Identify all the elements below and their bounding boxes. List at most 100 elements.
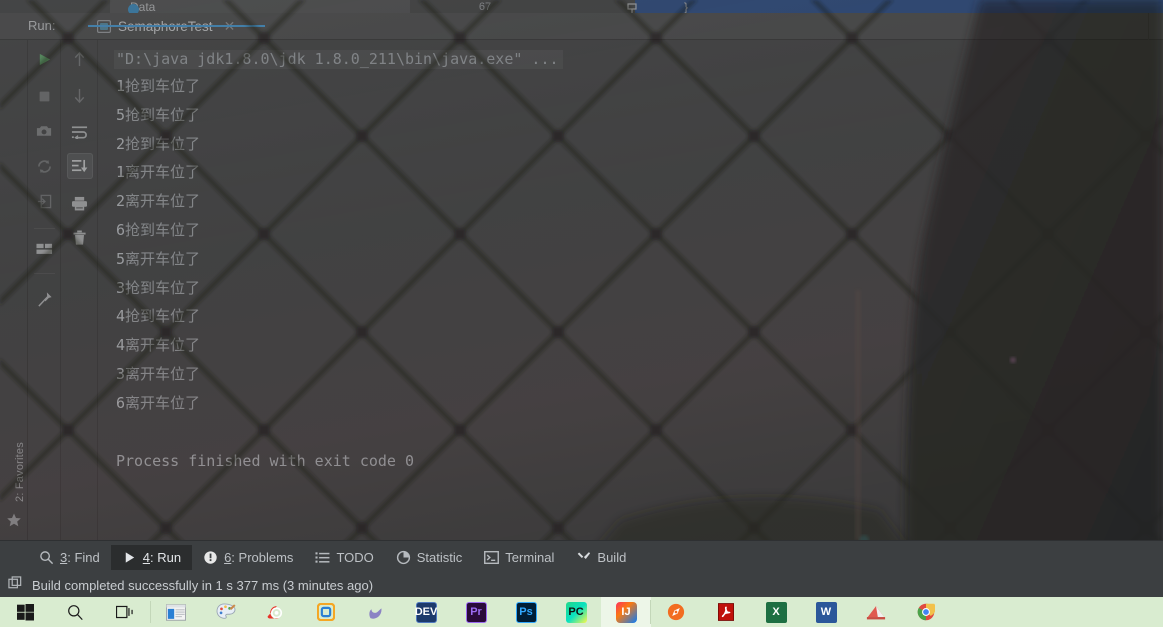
pycharm-icon: PC bbox=[565, 601, 587, 623]
tab-todo[interactable]: TODO bbox=[304, 545, 384, 570]
console-line: 3抢到车位了 bbox=[116, 280, 200, 296]
windows-taskbar: DEV Pr Ps PC IJ X W bbox=[0, 597, 1163, 627]
console-line: 6离开车位了 bbox=[116, 395, 200, 411]
idea-window: Data 67 } 2: Favorites Run: SemaphoreTes… bbox=[0, 0, 1163, 627]
console-line: 5离开车位了 bbox=[116, 251, 200, 267]
compass-button[interactable] bbox=[651, 597, 701, 627]
console-line-number: 3 bbox=[116, 278, 126, 297]
restart-button[interactable] bbox=[31, 153, 57, 179]
stop-button[interactable] bbox=[31, 83, 57, 109]
dev-icon: DEV bbox=[415, 601, 437, 623]
navicat-button[interactable] bbox=[351, 597, 401, 627]
tab-terminal[interactable]: Terminal bbox=[473, 545, 565, 570]
tool-window-label-text: : Find bbox=[67, 549, 100, 565]
trash-icon[interactable] bbox=[67, 225, 93, 251]
search-icon bbox=[67, 604, 84, 621]
status-bar: Build completed successfully in 1 s 377 … bbox=[0, 573, 1163, 597]
notes-icon bbox=[866, 604, 886, 621]
console-line-text: 抢到车位了 bbox=[125, 278, 201, 297]
app-label: W bbox=[815, 601, 837, 623]
console-line-text: 离开车位了 bbox=[125, 163, 201, 182]
paint-icon bbox=[216, 603, 236, 621]
console-line-text: 抢到车位了 bbox=[125, 134, 201, 153]
chrome-button[interactable] bbox=[901, 597, 951, 627]
search-button[interactable] bbox=[50, 597, 100, 627]
soft-wrap-icon[interactable] bbox=[67, 119, 93, 145]
run-toolbar-primary bbox=[28, 40, 61, 540]
start-button[interactable] bbox=[0, 597, 50, 627]
premiere-button[interactable]: Pr bbox=[451, 597, 501, 627]
console-line-number: 4 bbox=[116, 336, 126, 355]
tab-find[interactable]: 3: Find bbox=[28, 545, 111, 570]
tool-window-label-text: : Problems bbox=[231, 549, 294, 565]
scroll-to-end-button[interactable] bbox=[66, 153, 93, 179]
app-label: Pr bbox=[465, 601, 487, 623]
console-exit-message: Process finished with exit code 0 bbox=[116, 452, 415, 470]
snail-app-button[interactable] bbox=[251, 597, 301, 627]
tool-window-label: Terminal bbox=[505, 549, 555, 565]
intellij-icon: IJ bbox=[615, 601, 637, 623]
search-icon bbox=[39, 550, 54, 565]
dump-threads-button[interactable] bbox=[31, 188, 57, 214]
console-line: 1抢到车位了 bbox=[116, 78, 200, 94]
console-command-line: "D:\java jdk1.8.0\jdk 1.8.0_211\bin\java… bbox=[114, 50, 563, 69]
console-line-number: 5 bbox=[116, 249, 126, 268]
word-button[interactable]: W bbox=[801, 597, 851, 627]
snail-icon bbox=[266, 604, 286, 621]
devcpp-button[interactable]: DEV bbox=[401, 597, 451, 627]
rerun-button[interactable] bbox=[31, 46, 57, 72]
sidebar-item-favorites[interactable]: 2: Favorites bbox=[14, 430, 26, 514]
tool-window-bar: 3: Find 4: Run 6: Problems TODO Statistic Ter… bbox=[0, 540, 1163, 573]
console-line: 2离开车位了 bbox=[116, 193, 200, 209]
run-toolbar-secondary bbox=[62, 40, 98, 540]
list-icon bbox=[315, 550, 330, 565]
acrobat-button[interactable] bbox=[701, 597, 751, 627]
tool-window-label: Build bbox=[597, 549, 627, 565]
dolphin-icon bbox=[367, 603, 385, 621]
tab-problems[interactable]: 6: Problems bbox=[192, 545, 304, 570]
console-line: 4抢到车位了 bbox=[116, 308, 200, 324]
compass-icon bbox=[667, 603, 685, 621]
layout-button[interactable] bbox=[31, 236, 57, 262]
console-line-text: 抢到车位了 bbox=[125, 221, 201, 239]
camera-icon[interactable] bbox=[31, 118, 57, 144]
run-console-output[interactable]: "D:\java jdk1.8.0\jdk 1.8.0_211\bin\java… bbox=[99, 40, 1163, 540]
acrobat-icon bbox=[718, 603, 734, 621]
app-label: DEV bbox=[415, 601, 437, 623]
app-label: IJ bbox=[615, 601, 637, 623]
windows-logo-icon bbox=[16, 603, 34, 621]
console-line-text: 离开车位了 bbox=[125, 336, 201, 355]
notes-button[interactable] bbox=[851, 597, 901, 627]
printer-icon[interactable] bbox=[67, 190, 93, 216]
excel-button[interactable]: X bbox=[751, 597, 801, 627]
word-icon: W bbox=[815, 601, 837, 623]
console-line: 1离开车位了 bbox=[116, 164, 200, 180]
console-line-number: 1 bbox=[116, 77, 126, 95]
paint-button[interactable] bbox=[201, 597, 251, 627]
task-view-button[interactable] bbox=[100, 597, 150, 627]
pycharm-button[interactable]: PC bbox=[551, 597, 601, 627]
tab-statistic[interactable]: Statistic bbox=[385, 545, 474, 570]
header-separator bbox=[1148, 13, 1149, 40]
console-line-number: 2 bbox=[116, 192, 126, 211]
console-line-text: 离开车位了 bbox=[125, 249, 201, 268]
tool-window-label: 4: Run bbox=[142, 549, 182, 565]
tab-run[interactable]: 4: Run bbox=[110, 544, 193, 570]
vmware-icon bbox=[317, 603, 335, 621]
pin-icon[interactable] bbox=[31, 286, 57, 312]
file-explorer-button[interactable] bbox=[151, 597, 201, 627]
premiere-icon: Pr bbox=[465, 601, 487, 623]
background-editor-tab: Data bbox=[110, 0, 410, 13]
intellij-button[interactable]: IJ bbox=[601, 597, 651, 627]
console-line: 2抢到车位了 bbox=[116, 136, 200, 152]
arrow-up-icon[interactable] bbox=[67, 46, 93, 72]
hammer-icon bbox=[576, 550, 591, 565]
console-line: 3离开车位了 bbox=[116, 366, 200, 382]
vmware-button[interactable] bbox=[301, 597, 351, 627]
star-icon[interactable] bbox=[6, 512, 22, 528]
task-view-icon bbox=[115, 604, 135, 620]
console-line-text: 抢到车位了 bbox=[125, 105, 201, 124]
photoshop-button[interactable]: Ps bbox=[501, 597, 551, 627]
arrow-down-icon[interactable] bbox=[67, 82, 93, 108]
tab-build[interactable]: Build bbox=[565, 545, 637, 570]
